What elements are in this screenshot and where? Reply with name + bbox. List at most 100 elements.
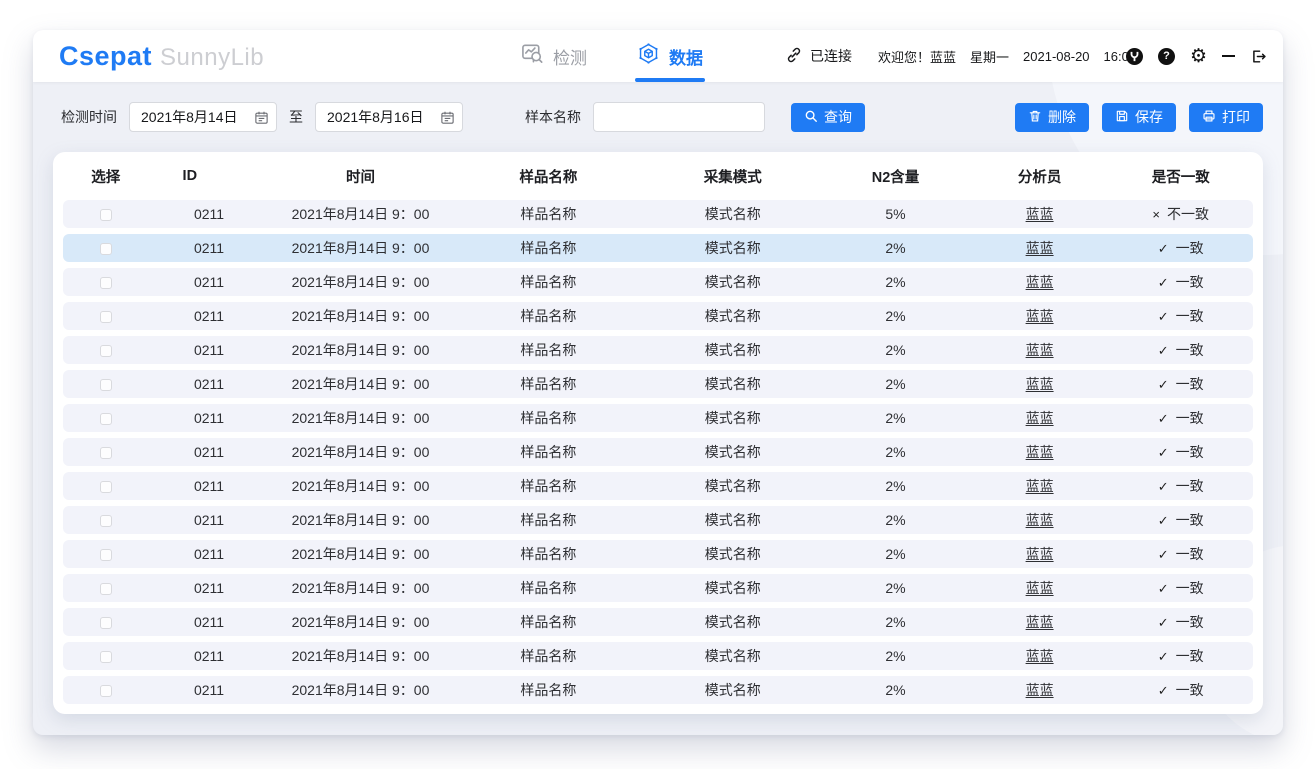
analyst-link[interactable]: 蓝蓝 [1026, 682, 1054, 698]
cell-mode: 模式名称 [645, 442, 820, 462]
consistency-label: 一致 [1176, 274, 1204, 290]
connection-status: 已连接 [785, 30, 852, 82]
column-header-consistency: 是否一致 [1108, 166, 1253, 187]
analyst-link[interactable]: 蓝蓝 [1026, 206, 1054, 222]
cell-mode: 模式名称 [645, 306, 820, 326]
analyst-link[interactable]: 蓝蓝 [1026, 342, 1054, 358]
cell-time: 2021年8月14日 9：00 [270, 340, 452, 360]
analyst-link[interactable]: 蓝蓝 [1026, 478, 1054, 494]
table-row[interactable]: 02112021年8月14日 9：00样品名称模式名称2%蓝蓝✓一致 [63, 234, 1253, 262]
cell-id: 0211 [149, 308, 270, 324]
analyst-link[interactable]: 蓝蓝 [1026, 614, 1054, 630]
cell-consistency: ✓一致 [1108, 544, 1253, 564]
cell-select [63, 274, 149, 290]
consistency-label: 一致 [1176, 682, 1204, 698]
sample-name-input[interactable] [593, 102, 765, 132]
table-row[interactable]: 02112021年8月14日 9：00样品名称模式名称2%蓝蓝✓一致 [63, 472, 1253, 500]
nav-tab-data[interactable]: 数据 [637, 30, 703, 82]
analyst-link[interactable]: 蓝蓝 [1026, 444, 1054, 460]
table-row[interactable]: 02112021年8月14日 9：00样品名称模式名称2%蓝蓝✓一致 [63, 370, 1253, 398]
table-row[interactable]: 02112021年8月14日 9：00样品名称模式名称2%蓝蓝✓一致 [63, 574, 1253, 602]
analyst-link[interactable]: 蓝蓝 [1026, 546, 1054, 562]
table-row[interactable]: 02112021年8月14日 9：00样品名称模式名称2%蓝蓝✓一致 [63, 642, 1253, 670]
table-row[interactable]: 02112021年8月14日 9：00样品名称模式名称5%蓝蓝×不一致 [63, 200, 1253, 228]
nav-tab-detection[interactable]: 检测 [521, 30, 587, 82]
cell-consistency: ×不一致 [1108, 204, 1253, 224]
analyst-link[interactable]: 蓝蓝 [1026, 240, 1054, 256]
cell-sample: 样品名称 [451, 442, 645, 462]
row-checkbox[interactable] [100, 617, 112, 629]
cell-select [63, 376, 149, 392]
analyst-link[interactable]: 蓝蓝 [1026, 410, 1054, 426]
table-row[interactable]: 02112021年8月14日 9：00样品名称模式名称2%蓝蓝✓一致 [63, 676, 1253, 704]
cell-consistency: ✓一致 [1108, 578, 1253, 598]
logo-primary: Csepat [59, 41, 152, 72]
row-checkbox[interactable] [100, 209, 112, 221]
tools-icon[interactable] [1126, 48, 1143, 65]
table-row[interactable]: 02112021年8月14日 9：00样品名称模式名称2%蓝蓝✓一致 [63, 404, 1253, 432]
cell-n2: 2% [820, 342, 970, 358]
data-cube-icon [637, 42, 660, 70]
print-button[interactable]: 打印 [1189, 103, 1263, 132]
data-table-card: 选择ID时间样品名称采集模式N2含量分析员是否一致 02112021年8月14日… [53, 152, 1263, 714]
cell-analyst: 蓝蓝 [971, 680, 1109, 700]
main-nav: 检测 数据 [521, 30, 703, 82]
minimize-icon[interactable] [1222, 55, 1235, 57]
cell-time: 2021年8月14日 9：00 [270, 544, 452, 564]
analyst-link[interactable]: 蓝蓝 [1026, 376, 1054, 392]
row-checkbox[interactable] [100, 277, 112, 289]
row-checkbox[interactable] [100, 685, 112, 697]
cell-n2: 2% [820, 546, 970, 562]
help-icon[interactable]: ? [1158, 48, 1175, 65]
cell-sample: 样品名称 [451, 612, 645, 632]
cell-time: 2021年8月14日 9：00 [270, 612, 452, 632]
row-checkbox[interactable] [100, 447, 112, 459]
logout-icon[interactable] [1250, 48, 1267, 65]
check-icon: ✓ [1158, 411, 1169, 427]
date-to-input[interactable]: 2021年8月16日 [315, 102, 463, 132]
date-from-input[interactable]: 2021年8月14日 [129, 102, 277, 132]
cell-n2: 2% [820, 580, 970, 596]
search-button[interactable]: 查询 [791, 103, 865, 132]
save-button[interactable]: 保存 [1102, 103, 1176, 132]
table-row[interactable]: 02112021年8月14日 9：00样品名称模式名称2%蓝蓝✓一致 [63, 438, 1253, 466]
row-checkbox[interactable] [100, 651, 112, 663]
row-checkbox[interactable] [100, 311, 112, 323]
consistency-label: 一致 [1176, 512, 1204, 528]
analyst-link[interactable]: 蓝蓝 [1026, 308, 1054, 324]
analyst-link[interactable]: 蓝蓝 [1026, 512, 1054, 528]
row-checkbox[interactable] [100, 481, 112, 493]
cell-select [63, 342, 149, 358]
cell-n2: 2% [820, 444, 970, 460]
delete-button[interactable]: 删除 [1015, 103, 1089, 132]
row-checkbox[interactable] [100, 243, 112, 255]
row-checkbox[interactable] [100, 379, 112, 391]
detection-chart-icon [521, 42, 544, 70]
table-row[interactable]: 02112021年8月14日 9：00样品名称模式名称2%蓝蓝✓一致 [63, 302, 1253, 330]
row-checkbox[interactable] [100, 413, 112, 425]
analyst-link[interactable]: 蓝蓝 [1026, 274, 1054, 290]
table-row[interactable]: 02112021年8月14日 9：00样品名称模式名称2%蓝蓝✓一致 [63, 268, 1253, 296]
cell-select [63, 444, 149, 460]
cell-mode: 模式名称 [645, 510, 820, 530]
cell-consistency: ✓一致 [1108, 340, 1253, 360]
cell-time: 2021年8月14日 9：00 [270, 374, 452, 394]
row-checkbox[interactable] [100, 345, 112, 357]
window-controls: ? ⚙ [1126, 30, 1267, 82]
save-icon [1115, 109, 1129, 126]
analyst-link[interactable]: 蓝蓝 [1026, 648, 1054, 664]
settings-gear-icon[interactable]: ⚙ [1190, 47, 1207, 66]
row-checkbox[interactable] [100, 549, 112, 561]
cell-n2: 2% [820, 240, 970, 256]
table-row[interactable]: 02112021年8月14日 9：00样品名称模式名称2%蓝蓝✓一致 [63, 336, 1253, 364]
row-checkbox[interactable] [100, 515, 112, 527]
consistency-label: 一致 [1176, 614, 1204, 630]
analyst-link[interactable]: 蓝蓝 [1026, 580, 1054, 596]
save-button-label: 保存 [1135, 107, 1163, 127]
table-row[interactable]: 02112021年8月14日 9：00样品名称模式名称2%蓝蓝✓一致 [63, 608, 1253, 636]
welcome-greeting: 欢迎您！蓝蓝 [878, 47, 956, 66]
table-row[interactable]: 02112021年8月14日 9：00样品名称模式名称2%蓝蓝✓一致 [63, 506, 1253, 534]
table-row[interactable]: 02112021年8月14日 9：00样品名称模式名称2%蓝蓝✓一致 [63, 540, 1253, 568]
row-checkbox[interactable] [100, 583, 112, 595]
cell-analyst: 蓝蓝 [971, 612, 1109, 632]
